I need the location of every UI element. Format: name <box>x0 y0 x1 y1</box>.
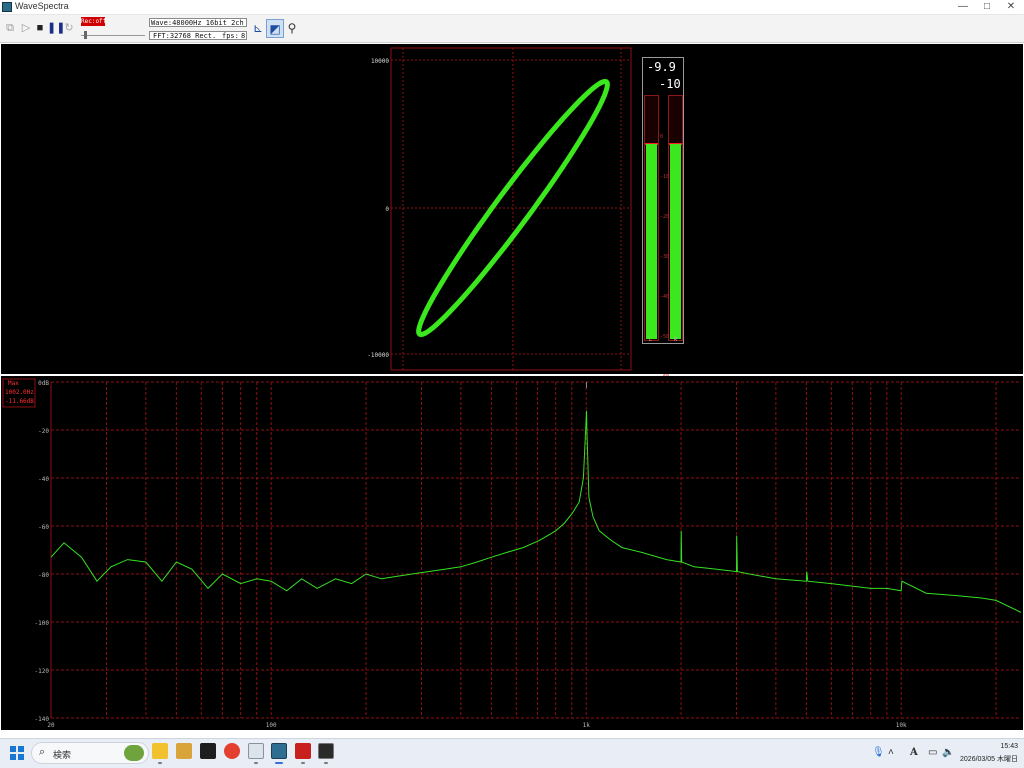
spectrum-x-label: 100 <box>266 722 277 729</box>
spectrum-y-label: -20 <box>38 428 49 435</box>
meter-channel-right: R <box>674 337 678 343</box>
spectrum-y-label: -120 <box>35 668 50 675</box>
spectrum-mode-icon[interactable]: ◩ <box>266 19 284 38</box>
xy-axis-label: -10000 <box>367 352 389 359</box>
copy-icon[interactable]: ⧉ <box>3 20 17 36</box>
pdf-reader-icon[interactable] <box>295 743 311 759</box>
spectrum-trace <box>50 410 1022 613</box>
meter-left-fill <box>646 144 657 339</box>
spectrum-y-label: -60 <box>38 524 49 531</box>
volume-slider[interactable] <box>81 31 145 39</box>
xy-axis-label: 10000 <box>371 58 389 65</box>
meter-scale-label: -40 <box>660 294 670 300</box>
rec-indicator: Rec:off <box>81 17 107 26</box>
media-app-icon[interactable] <box>176 743 192 759</box>
title-bar: WaveSpectra — □ ✕ <box>0 0 1024 15</box>
battery-icon[interactable]: ▭ <box>928 747 937 758</box>
wave-info: Wave:48000Hz 16bit 2ch <box>151 19 244 27</box>
meter-scale-label: 0 <box>660 134 664 140</box>
taskbar: ⌕ 検索 🎙 ˄ A ▭ 🔈 15:43 2026/03/05 木曜日 <box>0 738 1024 768</box>
wavespectra-taskbar-icon[interactable] <box>271 743 287 759</box>
volume-slider-thumb[interactable] <box>84 31 87 39</box>
close-button[interactable]: ✕ <box>999 0 1023 15</box>
app-window: WaveSpectra — □ ✕ ⧉ ▷ ■ ❚❚ ↻ Rec:off Wav… <box>0 0 1024 768</box>
settings-wrench-icon[interactable]: ⚲ <box>283 19 301 38</box>
scope-mode-icon[interactable]: ⊾ <box>249 19 267 38</box>
xy-axis-label: 0 <box>385 206 389 213</box>
window-app-icon[interactable] <box>318 743 334 759</box>
play-icon[interactable]: ▷ <box>19 20 33 36</box>
chevron-up-icon[interactable]: ˄ <box>888 747 894 758</box>
file-explorer-icon[interactable] <box>152 743 168 759</box>
fft-info: FFT:32768 Rect. <box>153 32 217 40</box>
maximize-button[interactable]: □ <box>975 0 999 15</box>
spectrum-y-label: -100 <box>35 620 50 627</box>
xy-scope-chart: 10000 0 -10000 <box>367 47 632 371</box>
meter-left-readout: -9.9 <box>647 60 676 74</box>
ime-icon[interactable]: A <box>910 747 918 758</box>
app-running-dot <box>301 762 305 764</box>
marker-level: -11.66dB <box>5 398 34 405</box>
app-icon <box>2 2 12 12</box>
taskbar-search[interactable]: ⌕ 検索 <box>31 742 149 764</box>
stop-icon[interactable]: ■ <box>33 20 47 36</box>
minimize-button[interactable]: — <box>951 0 975 15</box>
fps-value: 8 <box>241 32 246 40</box>
clock-date[interactable]: 2026/03/05 木曜日 <box>948 754 1018 764</box>
spectrum-y-label: 0dB <box>38 380 49 387</box>
spectrum-x-label: 10k <box>896 722 907 729</box>
meter-left-bar <box>644 95 659 341</box>
meter-right-readout: -10 <box>659 77 681 91</box>
toolbar: ⧉ ▷ ■ ❚❚ ↻ Rec:off Wave:48000Hz 16bit 2c… <box>0 15 1024 43</box>
pause-icon[interactable]: ❚❚ <box>47 20 65 36</box>
meter-right-bar <box>668 95 683 341</box>
terminal-icon[interactable] <box>200 743 216 759</box>
search-placeholder: 検索 <box>53 750 72 760</box>
meter-scale-label: -50 <box>660 334 670 340</box>
refresh-icon[interactable]: ↻ <box>62 20 76 36</box>
chrome-icon[interactable] <box>224 743 240 759</box>
clock-time[interactable]: 15:43 <box>968 743 1018 750</box>
scope-panel: 100000-10000 -9.9 -10 0-10-20-30-40-50-6… <box>1 44 1023 380</box>
app-running-dot <box>254 762 258 764</box>
level-meter: -9.9 -10 0-10-20-30-40-50-60 L R <box>642 57 684 380</box>
meter-scale-label: -10 <box>660 174 670 180</box>
app-running-dot <box>158 762 162 764</box>
search-icon: ⌕ <box>39 746 46 758</box>
spectrum-y-label: -80 <box>38 572 49 579</box>
marker-label: Max <box>8 380 19 387</box>
meter-scale-label: -20 <box>660 214 670 220</box>
spectrum-x-label: 20 <box>47 722 55 729</box>
spectrum-y-label: -40 <box>38 476 49 483</box>
meter-scale-label: -30 <box>660 254 670 260</box>
active-app-indicator <box>275 762 283 764</box>
window-title: WaveSpectra <box>15 1 69 11</box>
marker-frequency: 1002.0Hz <box>5 389 34 396</box>
fps-label: fps: <box>222 32 239 40</box>
spectrum-x-label: 1k <box>583 722 591 729</box>
meter-channel-left: L <box>649 337 653 343</box>
app-running-dot <box>324 762 328 764</box>
microphone-icon[interactable]: 🎙 <box>872 747 885 758</box>
spectrum-panel: 0dB -20 -40 -60 -80 -100 -120 -140 20 100 1k 10k Ma… <box>1 376 1023 730</box>
xy-scope-frame <box>390 47 632 371</box>
spectrum-chart: 0dB-20-40-60-80-100-120-14020 100 1k 10k Ma… <box>2 378 1022 729</box>
notepad-icon[interactable] <box>248 743 264 759</box>
search-highlight-icon <box>124 745 144 761</box>
windows-start-icon[interactable] <box>10 746 24 760</box>
meter-right-fill <box>670 144 681 339</box>
volume-slider-track <box>81 35 145 36</box>
